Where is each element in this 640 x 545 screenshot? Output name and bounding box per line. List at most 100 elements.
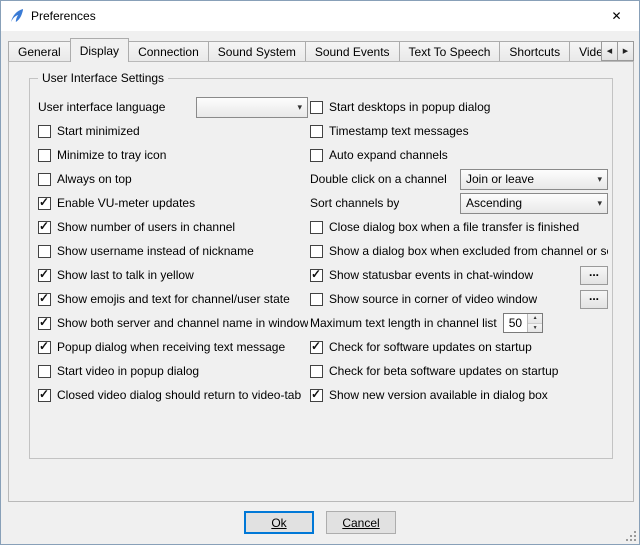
checkbox[interactable] bbox=[38, 293, 51, 306]
checkbox[interactable] bbox=[310, 341, 323, 354]
checkbox-label: Show emojis and text for channel/user st… bbox=[57, 292, 290, 306]
checkbox[interactable] bbox=[38, 173, 51, 186]
ellipsis-icon: ... bbox=[589, 291, 599, 301]
checkbox[interactable] bbox=[38, 149, 51, 162]
max-text-length-spinner[interactable]: 50 ▲ ▼ bbox=[503, 313, 543, 333]
checkbox-row-timestamp[interactable]: Timestamp text messages bbox=[310, 119, 608, 143]
checkbox-label: Check for beta software updates on start… bbox=[329, 364, 558, 378]
checkbox-row-username[interactable]: Show username instead of nickname bbox=[38, 239, 308, 263]
close-icon: ✕ bbox=[611, 9, 621, 23]
statusbar-events-more-button[interactable]: ... bbox=[580, 266, 608, 285]
checkbox[interactable] bbox=[310, 365, 323, 378]
checkbox-label: Always on top bbox=[57, 172, 132, 186]
window-title: Preferences bbox=[31, 9, 96, 23]
checkbox[interactable] bbox=[38, 317, 51, 330]
checkbox-row-beta-updates[interactable]: Check for beta software updates on start… bbox=[310, 359, 608, 383]
close-button[interactable]: ✕ bbox=[594, 1, 639, 31]
tab-sound-system[interactable]: Sound System bbox=[208, 41, 306, 61]
double-click-label: Double click on a channel bbox=[310, 172, 447, 186]
checkbox[interactable] bbox=[38, 389, 51, 402]
preferences-dialog: Preferences ✕ General Display Connection… bbox=[0, 0, 640, 545]
checkbox[interactable] bbox=[38, 341, 51, 354]
arrow-right-icon: ▶ bbox=[623, 47, 628, 55]
sort-channels-row: Sort channels by Ascending ▾ bbox=[310, 191, 608, 215]
tab-text-to-speech[interactable]: Text To Speech bbox=[399, 41, 501, 61]
checkbox-row-start-minimized[interactable]: Start minimized bbox=[38, 119, 308, 143]
double-click-select[interactable]: Join or leave ▾ bbox=[460, 169, 608, 190]
arrow-up-icon: ▲ bbox=[533, 315, 538, 321]
checkbox-label: Show source in corner of video window bbox=[329, 292, 537, 306]
checkbox-row-file-transfer[interactable]: Close dialog box when a file transfer is… bbox=[310, 215, 608, 239]
checkbox-label: Show both server and channel name in win… bbox=[57, 316, 308, 330]
checkbox[interactable] bbox=[38, 269, 51, 282]
checkbox-row-window-title[interactable]: Show both server and channel name in win… bbox=[38, 311, 308, 335]
spin-up-button[interactable]: ▲ bbox=[528, 314, 542, 324]
checkbox-row-emojis[interactable]: Show emojis and text for channel/user st… bbox=[38, 287, 308, 311]
double-click-row: Double click on a channel Join or leave … bbox=[310, 167, 608, 191]
language-label: User interface language bbox=[38, 100, 165, 114]
right-column: Start desktops in popup dialog Timestamp… bbox=[310, 95, 608, 407]
video-source-row[interactable]: Show source in corner of video window ..… bbox=[310, 287, 608, 311]
checkbox[interactable] bbox=[38, 197, 51, 210]
checkbox-row-popup-text[interactable]: Popup dialog when receiving text message bbox=[38, 335, 308, 359]
checkbox-row-auto-expand[interactable]: Auto expand channels bbox=[310, 143, 608, 167]
chevron-down-icon: ▾ bbox=[291, 102, 302, 113]
checkbox[interactable] bbox=[38, 365, 51, 378]
checkbox-label: Timestamp text messages bbox=[329, 124, 469, 138]
spin-down-button[interactable]: ▼ bbox=[528, 324, 542, 333]
tab-scroll-left-button[interactable]: ◀ bbox=[601, 41, 618, 61]
checkbox-label: Closed video dialog should return to vid… bbox=[57, 388, 301, 402]
checkbox-row-desktop-popup[interactable]: Start desktops in popup dialog bbox=[310, 95, 608, 119]
max-text-length-row: Maximum text length in channel list 50 ▲… bbox=[310, 311, 608, 335]
checkbox[interactable] bbox=[38, 125, 51, 138]
checkbox-row-user-count[interactable]: Show number of users in channel bbox=[38, 215, 308, 239]
group-title: User Interface Settings bbox=[38, 71, 168, 85]
checkbox-label: Auto expand channels bbox=[329, 148, 448, 162]
language-select[interactable]: ▾ bbox=[196, 97, 308, 118]
titlebar[interactable]: Preferences ✕ bbox=[1, 1, 639, 31]
checkbox-row-minimize-tray[interactable]: Minimize to tray icon bbox=[38, 143, 308, 167]
tab-connection[interactable]: Connection bbox=[128, 41, 209, 61]
checkbox-label: Start video in popup dialog bbox=[57, 364, 199, 378]
checkbox-row-updates[interactable]: Check for software updates on startup bbox=[310, 335, 608, 359]
checkbox-label: Show new version available in dialog box bbox=[329, 388, 548, 402]
checkbox-row-new-version[interactable]: Show new version available in dialog box bbox=[310, 383, 608, 407]
tab-sound-events[interactable]: Sound Events bbox=[305, 41, 400, 61]
tab-display[interactable]: Display bbox=[70, 38, 129, 62]
checkbox-row-vu-meter[interactable]: Enable VU-meter updates bbox=[38, 191, 308, 215]
checkbox[interactable] bbox=[310, 269, 323, 282]
checkbox-row-video-return[interactable]: Closed video dialog should return to vid… bbox=[38, 383, 308, 407]
checkbox[interactable] bbox=[310, 149, 323, 162]
checkbox[interactable] bbox=[310, 221, 323, 234]
tab-shortcuts[interactable]: Shortcuts bbox=[499, 41, 570, 61]
tab-scroll-right-button[interactable]: ▶ bbox=[617, 41, 634, 61]
sort-channels-select[interactable]: Ascending ▾ bbox=[460, 193, 608, 214]
checkbox[interactable] bbox=[310, 389, 323, 402]
tab-bar: General Display Connection Sound System … bbox=[8, 38, 634, 62]
checkbox[interactable] bbox=[38, 221, 51, 234]
spinner-buttons: ▲ ▼ bbox=[527, 314, 542, 332]
checkbox-label: Show a dialog box when excluded from cha… bbox=[329, 244, 608, 258]
checkbox[interactable] bbox=[38, 245, 51, 258]
checkbox-label: Enable VU-meter updates bbox=[57, 196, 195, 210]
checkbox-label: Check for software updates on startup bbox=[329, 340, 532, 354]
chevron-down-icon: ▾ bbox=[591, 198, 602, 209]
checkbox[interactable] bbox=[310, 293, 323, 306]
checkbox-row-excluded-dialog[interactable]: Show a dialog box when excluded from cha… bbox=[310, 239, 608, 263]
video-source-more-button[interactable]: ... bbox=[580, 290, 608, 309]
checkbox[interactable] bbox=[310, 101, 323, 114]
checkbox-row-always-on-top[interactable]: Always on top bbox=[38, 167, 308, 191]
cancel-button[interactable]: Cancel bbox=[326, 511, 396, 534]
checkbox[interactable] bbox=[310, 125, 323, 138]
statusbar-events-row[interactable]: Show statusbar events in chat-window ... bbox=[310, 263, 608, 287]
checkbox-row-video-popup[interactable]: Start video in popup dialog bbox=[38, 359, 308, 383]
resize-grip-icon[interactable] bbox=[624, 529, 638, 543]
checkbox[interactable] bbox=[310, 245, 323, 258]
checkbox-row-last-talk-yellow[interactable]: Show last to talk in yellow bbox=[38, 263, 308, 287]
checkbox-label: Show username instead of nickname bbox=[57, 244, 254, 258]
tab-general[interactable]: General bbox=[8, 41, 71, 61]
dialog-footer: Ok Cancel bbox=[1, 511, 639, 534]
ok-button[interactable]: Ok bbox=[244, 511, 314, 534]
checkbox-label: Show number of users in channel bbox=[57, 220, 235, 234]
sort-channels-value: Ascending bbox=[466, 196, 522, 210]
